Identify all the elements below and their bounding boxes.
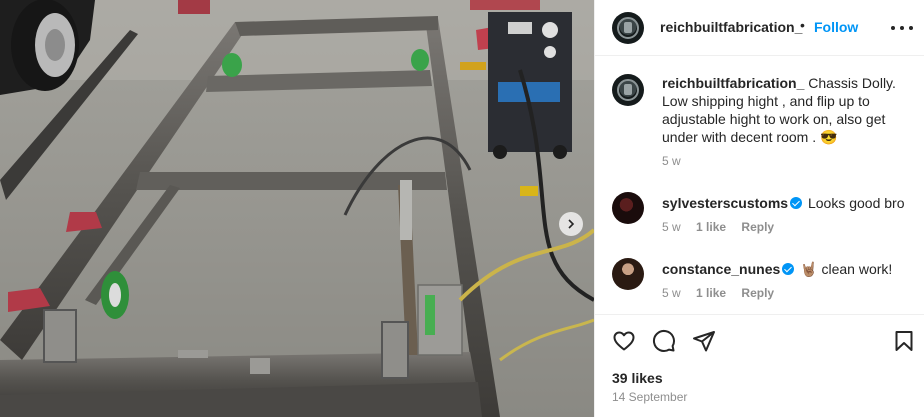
more-horizontal-icon bbox=[891, 26, 895, 30]
post-side-panel: reichbuiltfabrication_ • Follow reichbui… bbox=[594, 0, 924, 417]
comment-text: constance_nunes 🤘🏽 clean work! bbox=[662, 260, 912, 278]
comment-icon bbox=[652, 329, 675, 352]
bookmark-icon bbox=[895, 331, 913, 351]
commenter-avatar[interactable] bbox=[612, 258, 644, 290]
caption-username[interactable]: reichbuiltfabrication_ bbox=[662, 75, 804, 91]
caption-text: reichbuiltfabrication_ Chassis Dolly. Lo… bbox=[662, 74, 912, 146]
comment-time: 5 w bbox=[662, 286, 681, 300]
caption-meta: 5 w bbox=[662, 154, 693, 168]
save-button[interactable] bbox=[892, 329, 916, 353]
author-avatar[interactable] bbox=[612, 74, 644, 106]
post-date: 14 September bbox=[612, 390, 688, 404]
comment-likes[interactable]: 1 like bbox=[696, 286, 726, 300]
chassis-dolly-image bbox=[0, 0, 594, 417]
separator-dot: • bbox=[800, 17, 805, 33]
comment-likes[interactable]: 1 like bbox=[696, 220, 726, 234]
reply-button[interactable]: Reply bbox=[741, 220, 774, 234]
more-options-button[interactable] bbox=[891, 18, 913, 38]
verified-badge-icon bbox=[782, 263, 795, 275]
comment-button[interactable] bbox=[652, 329, 676, 353]
post-photo bbox=[0, 0, 594, 417]
verified-badge-icon bbox=[790, 197, 803, 209]
like-button[interactable] bbox=[612, 329, 636, 353]
comment-username[interactable]: constance_nunes bbox=[662, 261, 780, 277]
heart-icon bbox=[613, 331, 635, 351]
likes-count[interactable]: 39 likes bbox=[612, 370, 663, 386]
post-actions: 39 likes 14 September bbox=[595, 314, 924, 417]
follow-button[interactable]: Follow bbox=[814, 19, 858, 35]
share-button[interactable] bbox=[692, 329, 716, 353]
commenter-avatar[interactable] bbox=[612, 192, 644, 224]
comment-text: sylvesterscustoms Looks good bro bbox=[662, 194, 912, 212]
comment-meta: 5 w 1 like Reply bbox=[662, 220, 786, 234]
comment-meta: 5 w 1 like Reply bbox=[662, 286, 786, 300]
comment-time: 5 w bbox=[662, 220, 681, 234]
reply-button[interactable]: Reply bbox=[741, 286, 774, 300]
next-image-button[interactable] bbox=[559, 212, 583, 236]
post-header: reichbuiltfabrication_ • Follow bbox=[595, 0, 924, 56]
author-avatar[interactable] bbox=[612, 12, 644, 44]
comment-body: 🤘🏽 clean work! bbox=[800, 261, 893, 277]
comment-body: Looks good bro bbox=[807, 195, 905, 211]
share-icon bbox=[693, 331, 715, 352]
caption-time: 5 w bbox=[662, 154, 681, 168]
chevron-right-icon bbox=[568, 219, 575, 229]
comment-username[interactable]: sylvesterscustoms bbox=[662, 195, 788, 211]
author-username[interactable]: reichbuiltfabrication_ bbox=[660, 19, 802, 35]
